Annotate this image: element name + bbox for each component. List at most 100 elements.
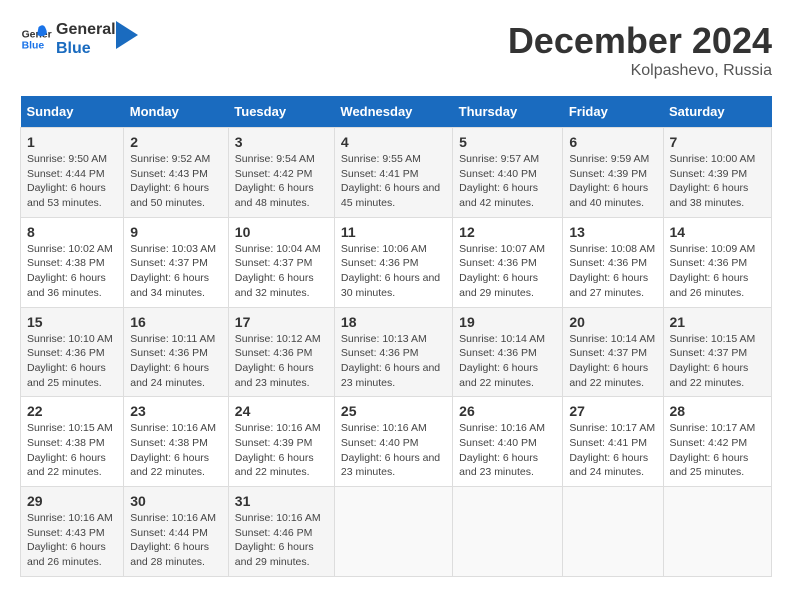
day-info: Sunrise: 10:11 AM Sunset: 4:36 PM Daylig…: [130, 332, 222, 391]
calendar-cell: 8 Sunrise: 10:02 AM Sunset: 4:38 PM Dayl…: [21, 217, 124, 307]
day-info: Sunrise: 10:16 AM Sunset: 4:39 PM Daylig…: [235, 421, 328, 480]
day-info: Sunrise: 10:16 AM Sunset: 4:38 PM Daylig…: [130, 421, 222, 480]
calendar-cell: [334, 487, 452, 577]
calendar-cell: 27 Sunrise: 10:17 AM Sunset: 4:41 PM Day…: [563, 397, 663, 487]
calendar-cell: 29 Sunrise: 10:16 AM Sunset: 4:43 PM Day…: [21, 487, 124, 577]
calendar-cell: 9 Sunrise: 10:03 AM Sunset: 4:37 PM Dayl…: [124, 217, 229, 307]
calendar-cell: 6 Sunrise: 9:59 AM Sunset: 4:39 PM Dayli…: [563, 128, 663, 218]
calendar-cell: [663, 487, 772, 577]
calendar-cell: 18 Sunrise: 10:13 AM Sunset: 4:36 PM Day…: [334, 307, 452, 397]
logo-icon: General Blue: [20, 23, 52, 55]
day-number: 2: [130, 134, 222, 150]
day-number: 30: [130, 493, 222, 509]
day-info: Sunrise: 9:59 AM Sunset: 4:39 PM Dayligh…: [569, 152, 656, 211]
svg-text:Blue: Blue: [22, 41, 45, 52]
calendar-cell: 11 Sunrise: 10:06 AM Sunset: 4:36 PM Day…: [334, 217, 452, 307]
day-number: 3: [235, 134, 328, 150]
calendar-cell: 25 Sunrise: 10:16 AM Sunset: 4:40 PM Day…: [334, 397, 452, 487]
calendar-cell: 14 Sunrise: 10:09 AM Sunset: 4:36 PM Day…: [663, 217, 772, 307]
month-year-title: December 2024: [508, 20, 772, 62]
day-info: Sunrise: 10:17 AM Sunset: 4:42 PM Daylig…: [670, 421, 766, 480]
calendar-cell: 7 Sunrise: 10:00 AM Sunset: 4:39 PM Dayl…: [663, 128, 772, 218]
day-info: Sunrise: 10:14 AM Sunset: 4:36 PM Daylig…: [459, 332, 556, 391]
day-number: 26: [459, 403, 556, 419]
calendar-cell: 15 Sunrise: 10:10 AM Sunset: 4:36 PM Day…: [21, 307, 124, 397]
day-number: 29: [27, 493, 117, 509]
day-number: 28: [670, 403, 766, 419]
calendar-cell: 2 Sunrise: 9:52 AM Sunset: 4:43 PM Dayli…: [124, 128, 229, 218]
day-info: Sunrise: 10:12 AM Sunset: 4:36 PM Daylig…: [235, 332, 328, 391]
calendar-cell: 19 Sunrise: 10:14 AM Sunset: 4:36 PM Day…: [453, 307, 563, 397]
day-info: Sunrise: 10:08 AM Sunset: 4:36 PM Daylig…: [569, 242, 656, 301]
day-info: Sunrise: 10:04 AM Sunset: 4:37 PM Daylig…: [235, 242, 328, 301]
day-info: Sunrise: 10:00 AM Sunset: 4:39 PM Daylig…: [670, 152, 766, 211]
logo: General Blue General Blue: [20, 20, 138, 58]
day-info: Sunrise: 9:50 AM Sunset: 4:44 PM Dayligh…: [27, 152, 117, 211]
calendar-cell: 5 Sunrise: 9:57 AM Sunset: 4:40 PM Dayli…: [453, 128, 563, 218]
day-number: 24: [235, 403, 328, 419]
day-number: 4: [341, 134, 446, 150]
day-info: Sunrise: 10:13 AM Sunset: 4:36 PM Daylig…: [341, 332, 446, 391]
day-info: Sunrise: 10:16 AM Sunset: 4:46 PM Daylig…: [235, 511, 328, 570]
column-header-wednesday: Wednesday: [334, 96, 452, 128]
day-number: 10: [235, 224, 328, 240]
calendar-cell: 30 Sunrise: 10:16 AM Sunset: 4:44 PM Day…: [124, 487, 229, 577]
day-info: Sunrise: 10:16 AM Sunset: 4:40 PM Daylig…: [341, 421, 446, 480]
calendar-cell: 17 Sunrise: 10:12 AM Sunset: 4:36 PM Day…: [228, 307, 334, 397]
day-number: 12: [459, 224, 556, 240]
day-number: 13: [569, 224, 656, 240]
calendar-week-row: 8 Sunrise: 10:02 AM Sunset: 4:38 PM Dayl…: [21, 217, 772, 307]
calendar-week-row: 15 Sunrise: 10:10 AM Sunset: 4:36 PM Day…: [21, 307, 772, 397]
day-number: 14: [670, 224, 766, 240]
day-number: 8: [27, 224, 117, 240]
day-number: 23: [130, 403, 222, 419]
calendar-cell: 12 Sunrise: 10:07 AM Sunset: 4:36 PM Day…: [453, 217, 563, 307]
day-info: Sunrise: 9:57 AM Sunset: 4:40 PM Dayligh…: [459, 152, 556, 211]
calendar-week-row: 1 Sunrise: 9:50 AM Sunset: 4:44 PM Dayli…: [21, 128, 772, 218]
calendar-cell: 24 Sunrise: 10:16 AM Sunset: 4:39 PM Day…: [228, 397, 334, 487]
day-number: 5: [459, 134, 556, 150]
day-info: Sunrise: 9:54 AM Sunset: 4:42 PM Dayligh…: [235, 152, 328, 211]
day-number: 15: [27, 314, 117, 330]
day-number: 21: [670, 314, 766, 330]
day-info: Sunrise: 10:09 AM Sunset: 4:36 PM Daylig…: [670, 242, 766, 301]
column-header-sunday: Sunday: [21, 96, 124, 128]
calendar-cell: 26 Sunrise: 10:16 AM Sunset: 4:40 PM Day…: [453, 397, 563, 487]
day-number: 22: [27, 403, 117, 419]
calendar-cell: 16 Sunrise: 10:11 AM Sunset: 4:36 PM Day…: [124, 307, 229, 397]
calendar-cell: 28 Sunrise: 10:17 AM Sunset: 4:42 PM Day…: [663, 397, 772, 487]
day-number: 1: [27, 134, 117, 150]
column-header-saturday: Saturday: [663, 96, 772, 128]
day-info: Sunrise: 10:15 AM Sunset: 4:37 PM Daylig…: [670, 332, 766, 391]
day-number: 11: [341, 224, 446, 240]
calendar-cell: 4 Sunrise: 9:55 AM Sunset: 4:41 PM Dayli…: [334, 128, 452, 218]
day-info: Sunrise: 10:15 AM Sunset: 4:38 PM Daylig…: [27, 421, 117, 480]
day-number: 6: [569, 134, 656, 150]
calendar-cell: 23 Sunrise: 10:16 AM Sunset: 4:38 PM Day…: [124, 397, 229, 487]
calendar-cell: 3 Sunrise: 9:54 AM Sunset: 4:42 PM Dayli…: [228, 128, 334, 218]
day-number: 16: [130, 314, 222, 330]
column-header-monday: Monday: [124, 96, 229, 128]
day-info: Sunrise: 10:16 AM Sunset: 4:40 PM Daylig…: [459, 421, 556, 480]
calendar-week-row: 22 Sunrise: 10:15 AM Sunset: 4:38 PM Day…: [21, 397, 772, 487]
location-subtitle: Kolpashevo, Russia: [508, 62, 772, 80]
title-section: December 2024 Kolpashevo, Russia: [508, 20, 772, 80]
day-info: Sunrise: 10:14 AM Sunset: 4:37 PM Daylig…: [569, 332, 656, 391]
logo-general: General: [56, 20, 116, 39]
calendar-cell: [453, 487, 563, 577]
calendar-header-row: SundayMondayTuesdayWednesdayThursdayFrid…: [21, 96, 772, 128]
calendar-cell: 20 Sunrise: 10:14 AM Sunset: 4:37 PM Day…: [563, 307, 663, 397]
day-number: 17: [235, 314, 328, 330]
logo-arrow-icon: [116, 21, 138, 49]
calendar-table: SundayMondayTuesdayWednesdayThursdayFrid…: [20, 96, 772, 577]
svg-text:General: General: [22, 30, 52, 41]
page-header: General Blue General Blue December 2024 …: [20, 20, 772, 80]
day-number: 18: [341, 314, 446, 330]
column-header-thursday: Thursday: [453, 96, 563, 128]
calendar-week-row: 29 Sunrise: 10:16 AM Sunset: 4:43 PM Day…: [21, 487, 772, 577]
day-number: 31: [235, 493, 328, 509]
day-number: 25: [341, 403, 446, 419]
calendar-cell: 1 Sunrise: 9:50 AM Sunset: 4:44 PM Dayli…: [21, 128, 124, 218]
day-info: Sunrise: 10:03 AM Sunset: 4:37 PM Daylig…: [130, 242, 222, 301]
day-info: Sunrise: 10:07 AM Sunset: 4:36 PM Daylig…: [459, 242, 556, 301]
